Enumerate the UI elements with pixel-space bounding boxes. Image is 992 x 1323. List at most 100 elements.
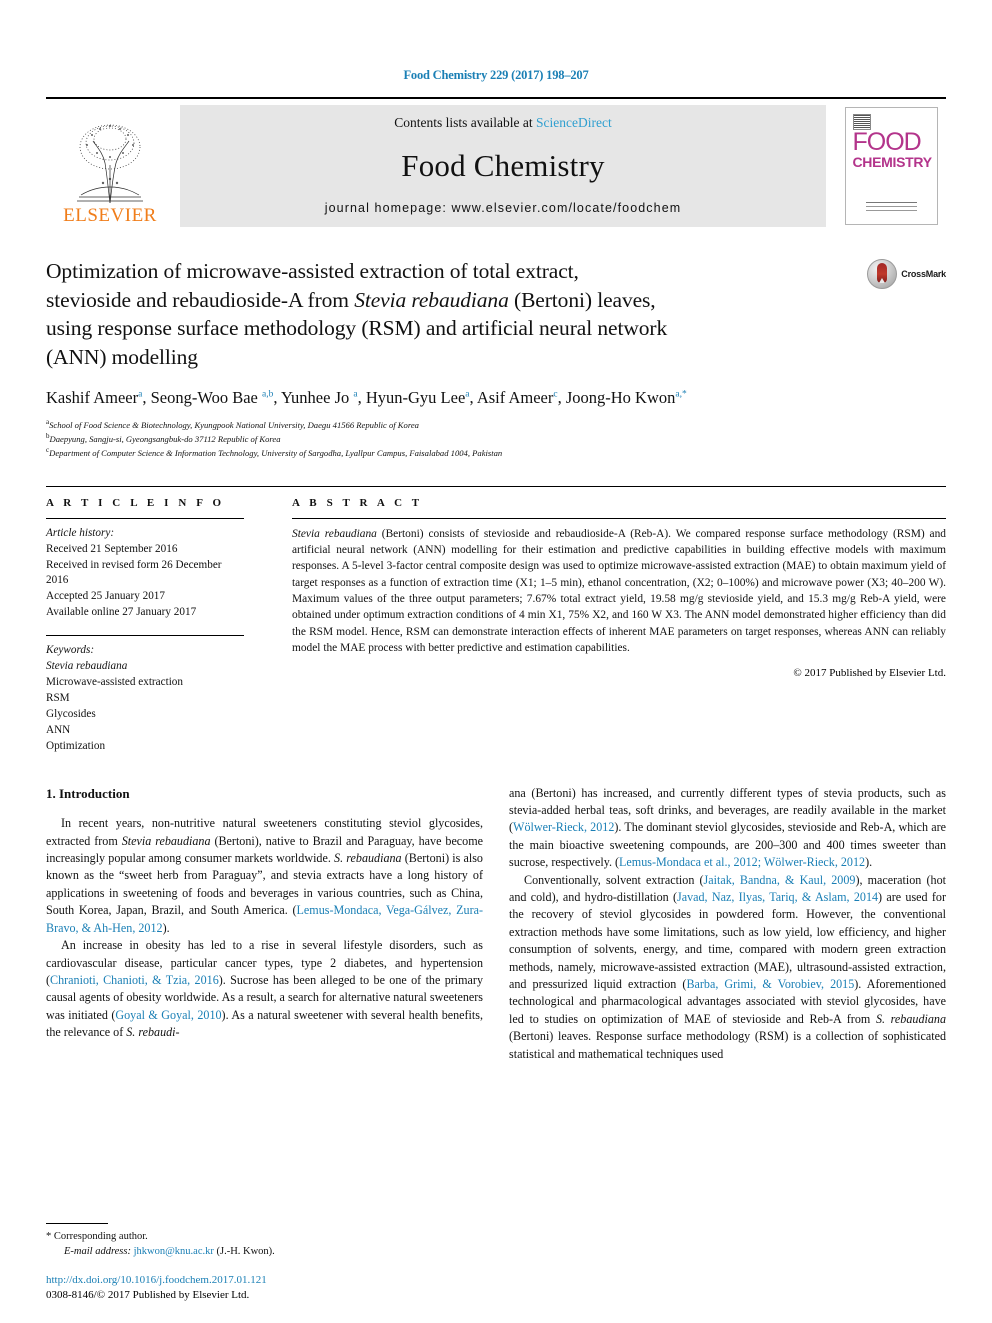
affiliation-text: Department of Computer Science & Informa…	[49, 448, 503, 459]
abstract-heading: A B S T R A C T	[292, 496, 423, 509]
doi-link[interactable]: http://dx.doi.org/10.1016/j.foodchem.201…	[46, 1273, 486, 1288]
crossmark-icon	[867, 259, 898, 289]
info-abstract-band: A R T I C L E I N F O Article history: R…	[46, 485, 946, 755]
title-line-2-b: (Bertoni) leaves,	[508, 287, 656, 312]
footnote-divider	[46, 1222, 108, 1224]
publication-footer: http://dx.doi.org/10.1016/j.foodchem.201…	[46, 1273, 486, 1303]
body-column-left: 1. Introduction In recent years, non-nut…	[46, 785, 483, 1064]
divider	[46, 517, 244, 519]
citation-link[interactable]: Barba, Grimi, & Vorobiev, 2015	[686, 977, 854, 991]
affiliation-list: aSchool of Food Science & Biotechnology,…	[46, 417, 946, 460]
paper-page: Food Chemistry 229 (2017) 198–207 ELSEVI…	[0, 0, 992, 1323]
cover-image: FOOD CHEMISTRY	[844, 107, 938, 225]
contents-prefix: Contents lists available at	[394, 115, 536, 130]
author-affiliation-mark[interactable]: a,*	[675, 390, 686, 400]
abstract-species-name: Stevia rebaudiana	[292, 527, 377, 540]
author-affiliation-mark[interactable]: a	[138, 390, 142, 400]
author-affiliation-mark[interactable]: c	[553, 390, 557, 400]
citation-link[interactable]: Lemus-Mondaca et al., 2012; Wölwer-Rieck…	[619, 855, 865, 869]
paragraph: In recent years, non-nutritive natural s…	[46, 815, 483, 937]
page-title: Optimization of microwave-assisted extra…	[46, 257, 834, 371]
affiliation-item: bDaepyung, Sangju-si, Gyeongsangbuk-do 3…	[46, 431, 946, 445]
history-item: Received in revised form 26 December 201…	[46, 558, 222, 587]
species-name: S. rebaudi-	[126, 1025, 180, 1040]
abstract-column: A B S T R A C T Stevia rebaudiana (Berto…	[268, 497, 946, 755]
keyword-item: Glycosides	[46, 707, 96, 720]
author-list: Kashif Ameera, Seong-Woo Bae a,b, Yunhee…	[46, 388, 687, 408]
title-species-name: Stevia rebaudiana	[354, 287, 509, 312]
cover-title-food: FOOD	[852, 128, 922, 156]
citation-link[interactable]: Chranioti, Chanioti, & Tzia, 2016	[50, 973, 219, 987]
author-name[interactable]: Joong-Ho Kwon	[566, 388, 676, 407]
issn-copyright-line: 0308-8146/© 2017 Published by Elsevier L…	[46, 1289, 250, 1302]
elsevier-wordmark: ELSEVIER	[63, 205, 157, 226]
author-affiliation-mark[interactable]: a	[353, 390, 357, 400]
sciencedirect-link[interactable]: ScienceDirect	[536, 115, 612, 130]
species-name: S. rebaudiana	[875, 1011, 946, 1026]
title-line-3: using response surface methodology (RSM)…	[46, 316, 668, 341]
journal-masthead: ELSEVIER Contents lists available at Sci…	[46, 97, 946, 227]
abstract-body-text: (Bertoni) consists of stevioside and reb…	[292, 527, 946, 654]
title-line-1: Optimization of microwave-assisted extra…	[46, 259, 579, 283]
citation-link[interactable]: Wölwer-Rieck, 2012	[513, 820, 614, 834]
paragraph: An increase in obesity has led to a rise…	[46, 937, 483, 1041]
masthead-center-panel: Contents lists available at ScienceDirec…	[180, 105, 826, 227]
journal-homepage-line[interactable]: journal homepage: www.elsevier.com/locat…	[325, 201, 682, 215]
author-name[interactable]: Yunhee Jo	[281, 388, 349, 407]
keywords-block: Keywords: Stevia rebaudiana Microwave-as…	[46, 643, 244, 754]
author-affiliation-mark[interactable]: a,b	[262, 390, 273, 400]
crossmark-area[interactable]: CrossMark	[846, 257, 946, 371]
para-text: ).	[865, 855, 873, 870]
elsevier-tree-icon	[67, 117, 153, 205]
title-line-2-a: stevioside and rebaudioside-A from	[46, 287, 355, 312]
paragraph: ana (Bertoni) has increased, and current…	[509, 785, 946, 872]
article-info-heading: A R T I C L E I N F O	[46, 496, 225, 509]
keywords-label: Keywords:	[46, 644, 95, 657]
author-name[interactable]: Hyun-Gyu Lee	[366, 388, 465, 407]
abstract-text: Stevia rebaudiana (Bertoni) consists of …	[292, 526, 946, 656]
paragraph: Conventionally, solvent extraction (Jait…	[509, 872, 946, 1063]
email-suffix: (J.-H. Kwon).	[213, 1245, 275, 1257]
affiliation-item: cDepartment of Computer Science & Inform…	[46, 445, 946, 459]
title-line-4: (ANN) modelling	[46, 344, 198, 369]
author-affiliation-mark[interactable]: a	[465, 390, 469, 400]
corresponding-author-line: * Corresponding author.	[46, 1229, 476, 1244]
article-history-block: Article history: Received 21 September 2…	[46, 526, 244, 621]
elsevier-logo: ELSEVIER	[46, 105, 174, 227]
title-text-wrap: Optimization of microwave-assisted extra…	[46, 257, 846, 371]
corresponding-author-footnote: * Corresponding author. E-mail address: …	[46, 1222, 476, 1259]
cover-title-chemistry: CHEMISTRY	[852, 154, 933, 170]
divider	[292, 517, 946, 519]
author-name[interactable]: Asif Ameer	[477, 388, 554, 407]
citation-link[interactable]: Goyal & Goyal, 2010	[115, 1008, 221, 1022]
history-item: Received 21 September 2016	[46, 542, 178, 555]
keyword-item: ANN	[46, 723, 71, 736]
affiliation-text: School of Food Science & Biotechnology, …	[49, 419, 419, 430]
crossmark-badge[interactable]: CrossMark	[867, 259, 946, 289]
keyword-item: Stevia rebaudiana	[46, 660, 128, 673]
article-history-label: Article history:	[46, 526, 115, 539]
citation-link[interactable]: Javad, Naz, Ilyas, Tariq, & Aslam, 2014	[677, 890, 878, 904]
contents-available-line: Contents lists available at ScienceDirec…	[394, 115, 611, 131]
citation-link[interactable]: Jaitak, Bandna, & Kaul, 2009	[704, 873, 856, 887]
email-label: E-mail address:	[64, 1245, 131, 1257]
cover-footer-lines	[865, 202, 917, 212]
journal-title: Food Chemistry	[401, 148, 605, 183]
crossmark-label: CrossMark	[901, 269, 946, 279]
email-line: E-mail address: jhkwon@knu.ac.kr (J.-H. …	[46, 1244, 476, 1259]
author-name[interactable]: Kashif Ameer	[46, 388, 138, 407]
para-text: ).	[162, 920, 170, 935]
species-name: S. rebaudiana	[334, 851, 402, 866]
species-name: Stevia rebaudiana	[121, 833, 211, 848]
author-name[interactable]: Seong-Woo Bae	[151, 388, 258, 407]
para-text: (Bertoni) leaves. Response surface metho…	[509, 1029, 946, 1061]
title-block: Optimization of microwave-assisted extra…	[46, 257, 946, 371]
body-column-right: ana (Bertoni) has increased, and current…	[509, 785, 946, 1064]
keyword-item: Microwave-assisted extraction	[46, 676, 183, 688]
divider	[46, 635, 244, 637]
keyword-item: RSM	[46, 691, 70, 704]
para-text: ) are used for the recovery of steviol g…	[509, 889, 946, 991]
email-address-link[interactable]: jhkwon@knu.ac.kr	[134, 1246, 214, 1257]
article-info-column: A R T I C L E I N F O Article history: R…	[46, 497, 268, 755]
